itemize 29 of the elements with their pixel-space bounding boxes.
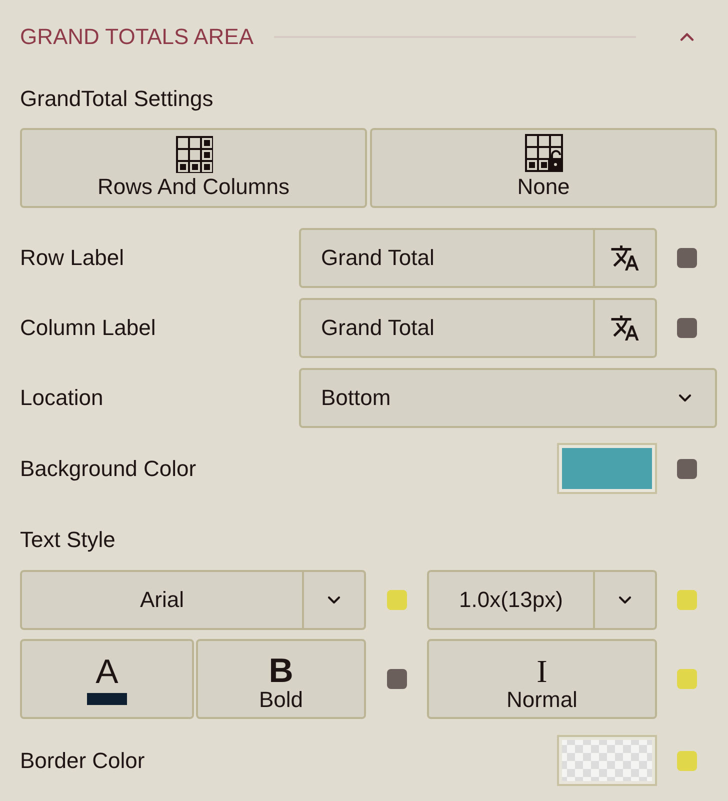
field-label: Column Label [20, 315, 157, 341]
location-dropdown[interactable]: Bottom [299, 368, 717, 428]
grid-icon [174, 135, 212, 173]
option-button[interactable]: None [370, 128, 717, 208]
translate-icon [610, 313, 640, 343]
translate-icon [610, 243, 640, 273]
text-input-field[interactable]: Grand Total [299, 298, 657, 358]
letter-glyph: B [268, 655, 294, 687]
group-label: GrandTotal Settings [20, 86, 214, 112]
bold-button[interactable]: B Bold [196, 639, 366, 719]
font-color-button[interactable]: A [20, 639, 194, 719]
field-label: Background Color [20, 456, 198, 482]
text-input-field[interactable]: Grand Total [299, 228, 657, 288]
button-caption: Normal [506, 687, 578, 713]
letter-glyph: A [96, 656, 118, 688]
field-label: Border Color [20, 748, 146, 774]
transparent-swatch[interactable] [557, 735, 657, 786]
grid-lock-icon [524, 133, 564, 173]
section-title: GRAND TOTALS AREA [20, 24, 254, 50]
group-label: Text Style [20, 527, 116, 553]
size-dropdown[interactable]: 1.0x(13px) [427, 570, 657, 630]
option-button[interactable]: Rows And Columns [20, 128, 367, 208]
button-caption: Bold [258, 687, 304, 713]
field-label: Row Label [20, 245, 125, 271]
color-swatch[interactable] [557, 443, 657, 494]
font-dropdown[interactable]: Arial [20, 570, 366, 630]
letter-glyph: I [536, 655, 548, 687]
font-style-button[interactable]: I Normal [427, 639, 657, 719]
field-label: Location [20, 385, 104, 411]
